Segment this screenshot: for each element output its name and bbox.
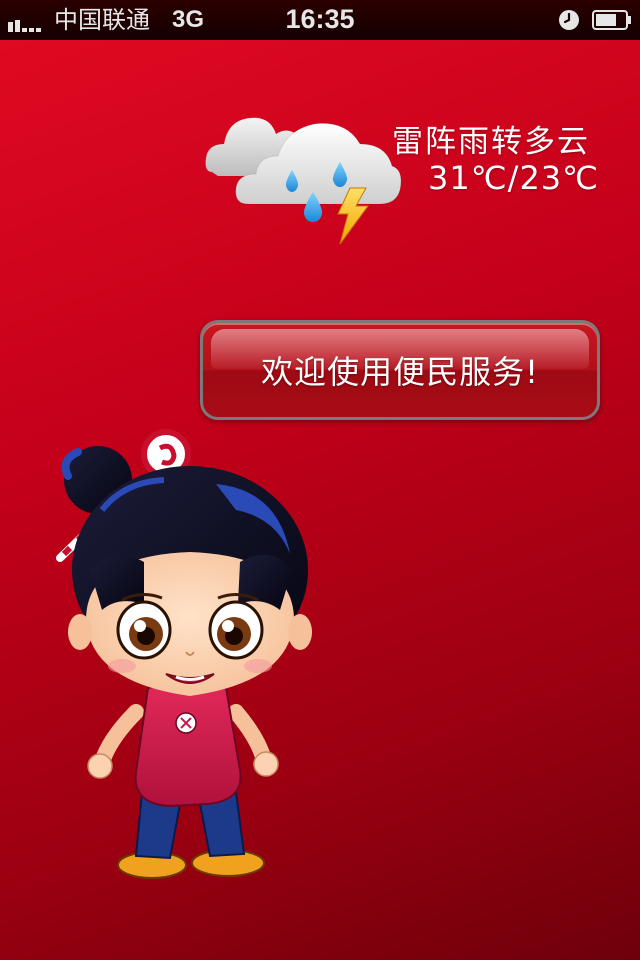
clock-icon <box>559 10 579 30</box>
weather-description: 雷阵雨转多云 <box>392 124 590 160</box>
status-bar: 中国联通 3G 16:35 <box>0 0 640 40</box>
battery-icon <box>592 10 631 30</box>
welcome-label: 欢迎使用便民服务! <box>261 353 539 391</box>
weather-temperature: 31℃/23℃ <box>428 159 600 197</box>
welcome-button[interactable]: 欢迎使用便民服务! <box>200 320 600 420</box>
splash-screen: 中国联通 3G 16:35 雷阵雨转多云 31℃/23℃ 欢迎使用便民服务! <box>0 0 640 960</box>
thunderstorm-cloud-icon <box>205 117 402 245</box>
cartoon-girl-mascot-icon <box>56 429 312 879</box>
status-time: 16:35 <box>285 4 355 34</box>
